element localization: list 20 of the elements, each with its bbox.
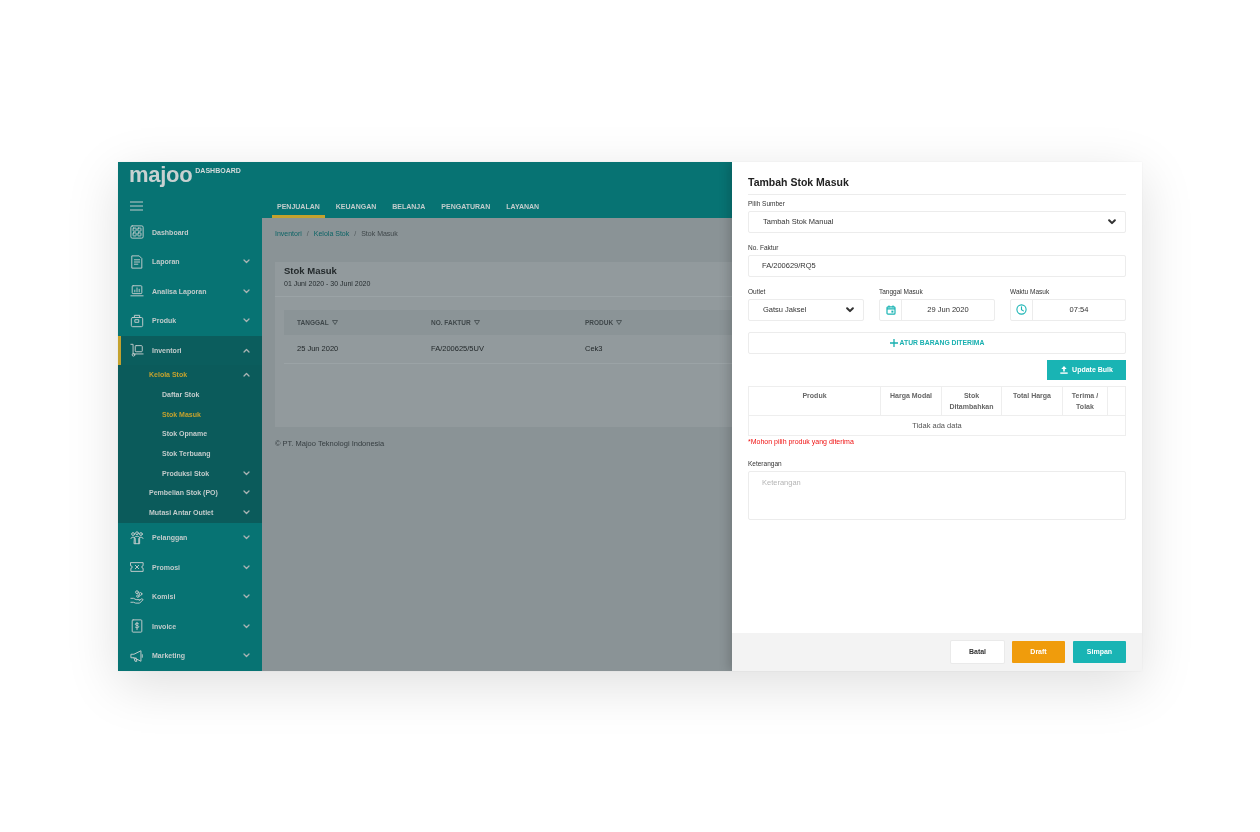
plus-icon [889,338,898,347]
grid-icon [130,225,144,240]
menu-icon[interactable] [130,200,143,211]
ticket-icon [130,560,144,575]
laptop-chart-icon [130,284,144,299]
hand-truck-icon [130,343,144,358]
hand-coins-icon [130,589,144,604]
logo-text: majoo [129,162,193,187]
page-title: Stok Masuk [284,264,338,277]
dollar-document-icon [130,619,144,634]
megaphone-icon [130,648,144,663]
briefcase-icon [130,313,144,328]
chevron-down-icon [1108,218,1116,225]
document-icon [130,254,144,269]
calendar-icon [885,304,896,315]
upload-icon [1060,365,1069,374]
clock-icon [1016,304,1027,315]
people-icon [130,530,144,545]
drawer-title: Tambah Stok Masuk [748,175,850,189]
chevron-down-icon [846,306,854,313]
